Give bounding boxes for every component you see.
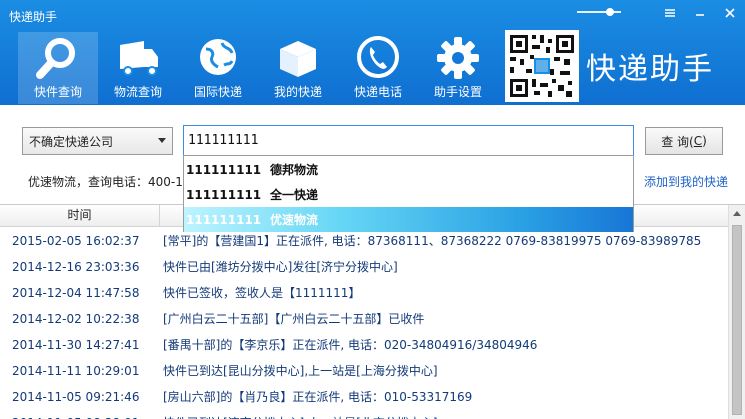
tool-my-express[interactable]: 我的快递 xyxy=(258,32,338,104)
row-info: 快件已到达[昆山分拨中心],上一站是[上海分拨中心] xyxy=(163,364,438,378)
table-row[interactable]: 2014-11-05 08:38:01 快件已到达[济南分拨中心],上一站是[北… xyxy=(0,410,728,419)
tool-label: 我的快递 xyxy=(273,85,322,99)
menu-icon[interactable] xyxy=(655,0,685,26)
table-body: 2015-02-05 16:02:37 [常平]的【营建国1】正在派件, 电话：… xyxy=(0,228,728,419)
suggestion-item[interactable]: 111111111 全一快递 xyxy=(184,182,633,207)
opacity-slider-handle[interactable] xyxy=(606,8,614,16)
column-header-time[interactable]: 时间 xyxy=(0,205,160,226)
autocomplete-dropdown: 111111111 德邦物流 111111111 全一快递 111111111 … xyxy=(183,155,634,232)
table-row[interactable]: 2014-11-05 09:21:46 [房山六部]的【肖乃良】正在派件, 电话… xyxy=(0,384,728,410)
carrier-info-text: 优速物流，查询电话：400-11 xyxy=(28,175,191,189)
table-row[interactable]: 2014-12-16 23:03:36 快件已由[潍坊分拨中心]发往[济宁分拨中… xyxy=(0,254,728,280)
chevron-down-icon xyxy=(158,138,166,143)
table-row[interactable]: 2014-12-02 10:22:38 [广州白云二十五部]【广州白云二十五部】… xyxy=(0,306,728,332)
minimize-icon[interactable] xyxy=(685,0,715,26)
row-time: 2014-11-05 08:38:01 xyxy=(12,410,139,419)
tool-international[interactable]: 国际快递 xyxy=(178,32,258,104)
add-to-my-express-link[interactable]: 添加到我的快递 xyxy=(644,173,728,190)
table-row[interactable]: 2014-12-04 11:47:58 快件已签收，签收人是【1111111】 xyxy=(0,280,728,306)
suggestion-number: 111111111 xyxy=(186,162,262,177)
row-info: [广州白云二十五部]【广州白云二十五部】已收件 xyxy=(163,312,425,326)
brand-title: 快递助手 xyxy=(586,52,714,87)
tool-label: 快递电话 xyxy=(353,85,402,99)
table-row[interactable]: 2014-11-11 10:29:01 快件已到达[昆山分拨中心],上一站是[上… xyxy=(0,358,728,384)
qr-code-image xyxy=(505,30,579,102)
query-button-label: 查 询( xyxy=(661,134,694,149)
suggestion-company: 优速物流 xyxy=(270,213,319,227)
courier-company-value: 不确定快递公司 xyxy=(29,134,114,149)
window-controls xyxy=(655,0,745,26)
query-button-tail: ) xyxy=(702,134,707,148)
row-info: 快件已到达[济南分拨中心],上一站是[北京分拨中心] xyxy=(163,410,438,419)
scrollbar-thumb[interactable] xyxy=(732,225,742,415)
row-time: 2014-12-16 23:03:36 xyxy=(12,260,140,274)
suggestion-number: 111111111 xyxy=(186,212,262,227)
tool-settings[interactable]: 助手设置 xyxy=(418,32,498,104)
tracking-table: 时间 2015-02-05 16:02:37 [常平]的【营建国1】正在派件, … xyxy=(0,204,745,419)
suggestion-item-selected[interactable]: 111111111 优速物流 xyxy=(184,207,633,232)
row-time: 2014-12-04 11:47:58 xyxy=(12,286,140,300)
row-time: 2014-11-11 10:29:01 xyxy=(12,364,140,378)
truck-icon xyxy=(120,41,158,76)
row-info: [番禺十部]的【李京乐】正在派件, 电话：020-34804916/348049… xyxy=(163,338,538,352)
tool-label: 物流查询 xyxy=(113,85,162,99)
suggestion-item[interactable]: 111111111 德邦物流 xyxy=(184,157,633,182)
suggestion-company: 德邦物流 xyxy=(270,163,319,177)
header-bar: 快递助手 快件查询 物流查询 国际快递 我的快递 快递电话 助手设置 快递助手 xyxy=(0,0,745,105)
row-time: 2015-02-05 16:02:37 xyxy=(12,234,140,248)
tool-express-query[interactable]: 快件查询 xyxy=(18,32,98,104)
vertical-scrollbar[interactable] xyxy=(728,205,745,419)
row-time: 2014-11-05 09:21:46 xyxy=(12,390,140,404)
phone-icon xyxy=(357,36,399,78)
close-icon[interactable] xyxy=(715,0,745,26)
window-title: 快递助手 xyxy=(9,10,58,24)
suggestion-company: 全一快递 xyxy=(270,188,319,202)
opacity-slider-track[interactable] xyxy=(577,11,621,13)
magnifier-icon xyxy=(36,38,75,79)
query-button[interactable]: 查 询(C) xyxy=(645,127,723,155)
tool-logistics-query[interactable]: 物流查询 xyxy=(98,32,178,104)
scroll-up-arrow-icon[interactable] xyxy=(733,211,741,216)
main-toolbar: 快件查询 物流查询 国际快递 我的快递 快递电话 助手设置 xyxy=(18,32,498,104)
row-info: 快件已由[潍坊分拨中心]发往[济宁分拨中心] xyxy=(163,260,398,274)
tool-label: 国际快递 xyxy=(193,85,242,99)
tool-label: 快件查询 xyxy=(33,85,82,99)
suggestion-number: 111111111 xyxy=(186,187,262,202)
package-box-icon xyxy=(280,41,316,77)
courier-company-select[interactable]: 不确定快递公司 xyxy=(22,127,173,155)
globe-icon xyxy=(200,39,236,75)
row-info: [房山六部]的【肖乃良】正在派件, 电话：010-53317169 xyxy=(163,390,473,404)
query-hotkey: C xyxy=(693,134,703,148)
gear-icon xyxy=(437,37,479,79)
row-time: 2014-11-30 14:27:41 xyxy=(12,338,140,352)
app-window: 快递助手 快件查询 物流查询 国际快递 我的快递 快递电话 助手设置 快递助手 … xyxy=(0,0,745,419)
table-row[interactable]: 2014-11-30 14:27:41 [番禺十部]的【李京乐】正在派件, 电话… xyxy=(0,332,728,358)
tool-express-phone[interactable]: 快递电话 xyxy=(338,32,418,104)
row-time: 2014-12-02 10:22:38 xyxy=(12,312,140,326)
tool-label: 助手设置 xyxy=(433,85,482,99)
tracking-number-input[interactable] xyxy=(183,125,634,156)
row-info: 快件已签收，签收人是【1111111】 xyxy=(163,286,361,300)
